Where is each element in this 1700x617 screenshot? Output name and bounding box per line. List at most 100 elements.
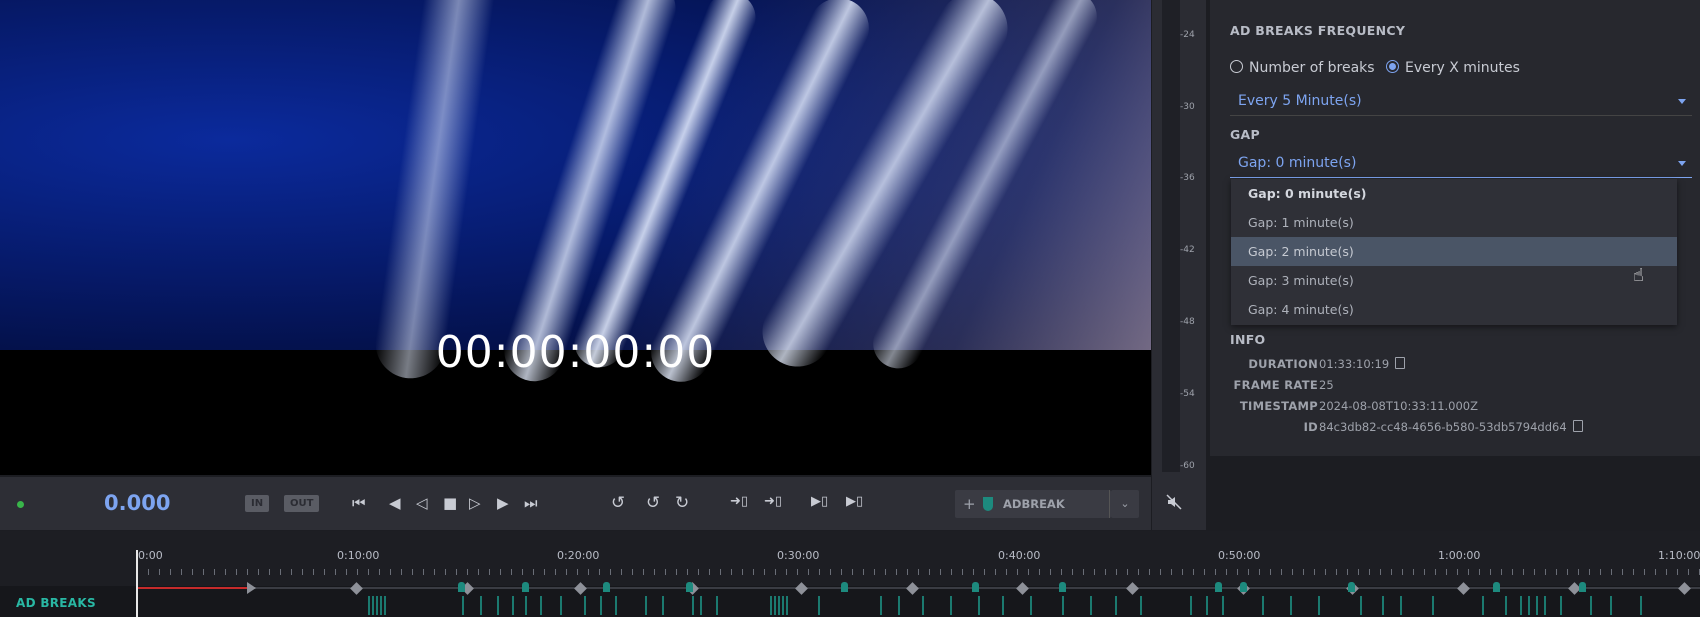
- segment-marker: [782, 596, 784, 615]
- meter-tick: -24: [1180, 30, 1195, 40]
- adbreak-menu-chevron-icon[interactable]: ⌄: [1111, 490, 1139, 518]
- gap-option[interactable]: Gap: 0 minute(s): [1231, 179, 1677, 208]
- copy-icon[interactable]: [1395, 357, 1406, 369]
- gap-option[interactable]: Gap: 2 minute(s): [1231, 237, 1677, 266]
- meter-tick: -54: [1180, 389, 1195, 399]
- track-label-ad-breaks: AD BREAKS: [16, 596, 96, 610]
- meter-tick: -48: [1180, 317, 1195, 327]
- segment-marker: [1062, 596, 1064, 615]
- segment-marker: [1432, 596, 1434, 615]
- mark-in-button[interactable]: IN: [245, 495, 270, 512]
- skip-to-end-icon[interactable]: ⏭: [524, 494, 538, 512]
- radio-every-x-minutes[interactable]: Every X minutes: [1386, 60, 1520, 76]
- rewind-loop-icon[interactable]: ↺: [611, 493, 625, 513]
- adbreak-pin[interactable]: [841, 582, 848, 592]
- segment-marker: [818, 596, 820, 615]
- info-key: TIMESTAMP: [1239, 399, 1318, 413]
- video-frame: [0, 0, 1151, 392]
- go-to-out-icon[interactable]: ➜▯: [764, 494, 782, 509]
- play-icon[interactable]: ▶: [497, 494, 509, 512]
- adbreak-pin[interactable]: [686, 582, 693, 592]
- adbreak-pin[interactable]: [1240, 582, 1247, 592]
- copy-icon[interactable]: [1572, 420, 1583, 432]
- status-dot: [17, 501, 24, 508]
- segment-marker: [716, 596, 718, 615]
- segment-marker: [1544, 596, 1546, 615]
- loop-icon[interactable]: ↺: [646, 493, 660, 513]
- adbreak-pin[interactable]: [522, 582, 529, 592]
- mark-out-button[interactable]: OUT: [284, 495, 320, 512]
- info-value: 84c3db82-cc48-4656-b580-53db5794dd64: [1319, 420, 1583, 434]
- segment-marker: [480, 596, 482, 615]
- playhead[interactable]: [136, 550, 138, 617]
- meter-tick: -42: [1180, 245, 1195, 255]
- adbreak-marker-icon: [983, 497, 993, 511]
- info-key: DURATION: [1248, 357, 1318, 371]
- timeline-ticks: [137, 569, 1700, 575]
- gap-title: GAP: [1230, 127, 1260, 142]
- burned-in-timecode: 00:00:00:00: [435, 327, 716, 378]
- gap-option[interactable]: Gap: 1 minute(s): [1231, 208, 1677, 237]
- segment-marker: [1190, 596, 1192, 615]
- segment-marker: [1482, 596, 1484, 615]
- adbreak-pin[interactable]: [458, 582, 465, 592]
- segment-marker: [692, 596, 694, 615]
- step-back-icon[interactable]: ◀: [389, 494, 401, 512]
- segment-marker: [1318, 596, 1320, 615]
- play-to-in-icon[interactable]: ▶▯: [811, 494, 828, 509]
- radio-number-of-breaks[interactable]: Number of breaks: [1230, 60, 1375, 76]
- stop-icon[interactable]: ■: [443, 494, 457, 512]
- radio-on-icon: [1386, 60, 1399, 73]
- frequency-title: AD BREAKS FREQUENCY: [1230, 23, 1406, 38]
- segment-marker: [1520, 596, 1522, 615]
- segment-marker: [1505, 596, 1507, 615]
- segment-marker: [645, 596, 647, 615]
- frame-back-icon[interactable]: ◁: [416, 494, 428, 512]
- segment-marker: [1115, 596, 1117, 615]
- adbreak-pin[interactable]: [603, 582, 610, 592]
- go-to-in-icon[interactable]: ➜▯: [730, 494, 748, 509]
- frame-forward-icon[interactable]: ▷: [469, 494, 481, 512]
- gap-option[interactable]: Gap: 4 minute(s): [1231, 295, 1677, 324]
- info-value: 01:33:10:19: [1319, 357, 1406, 371]
- meter-tick: -30: [1180, 102, 1195, 112]
- frequency-select[interactable]: Every 5 Minute(s): [1230, 87, 1692, 116]
- meter-bar: [1162, 0, 1180, 472]
- video-viewer[interactable]: 00:00:00:00: [0, 0, 1151, 475]
- adbreak-pin[interactable]: [1579, 582, 1586, 592]
- position-counter[interactable]: 0.000: [104, 491, 170, 515]
- radio-off-icon: [1230, 60, 1243, 73]
- segment-marker: [662, 596, 664, 615]
- segment-marker: [880, 596, 882, 615]
- gap-option[interactable]: Gap: 3 minute(s): [1231, 266, 1677, 295]
- info-key: ID: [1303, 420, 1318, 434]
- adbreak-pin[interactable]: [972, 582, 979, 592]
- segment-marker: [700, 596, 702, 615]
- segment-marker: [1528, 596, 1530, 615]
- segment-marker: [372, 596, 374, 615]
- adbreak-pin[interactable]: [1059, 582, 1066, 592]
- adbreak-pin[interactable]: [1493, 582, 1500, 592]
- play-to-out-icon[interactable]: ▶▯: [846, 494, 863, 509]
- segment-marker: [1002, 596, 1004, 615]
- segment-marker: [1090, 596, 1092, 615]
- segment-marker: [1262, 596, 1264, 615]
- hand-cursor-icon: ☝: [1633, 265, 1644, 286]
- add-adbreak-button[interactable]: + ADBREAK: [955, 490, 1111, 518]
- gap-select[interactable]: Gap: 0 minute(s): [1230, 149, 1692, 178]
- skip-to-start-icon[interactable]: ⏮: [352, 494, 366, 512]
- info-key: FRAME RATE: [1233, 378, 1318, 392]
- info-value: 2024-08-08T10:33:11.000Z: [1319, 399, 1478, 413]
- adbreak-pin[interactable]: [1348, 582, 1355, 592]
- segment-marker: [1610, 596, 1612, 615]
- segment-marker: [1560, 596, 1562, 615]
- segment-marker: [898, 596, 900, 615]
- forward-loop-icon[interactable]: ↻: [675, 493, 689, 513]
- chevron-down-icon: [1678, 99, 1686, 104]
- adbreak-pin[interactable]: [1215, 582, 1222, 592]
- gap-dropdown: Gap: 0 minute(s) Gap: 1 minute(s) Gap: 2…: [1231, 179, 1677, 325]
- timeline-label: 0:20:00: [557, 549, 600, 562]
- timeline-label: 1:10:00: [1658, 549, 1700, 562]
- segment-marker: [770, 596, 772, 615]
- mute-icon[interactable]: [1166, 494, 1182, 514]
